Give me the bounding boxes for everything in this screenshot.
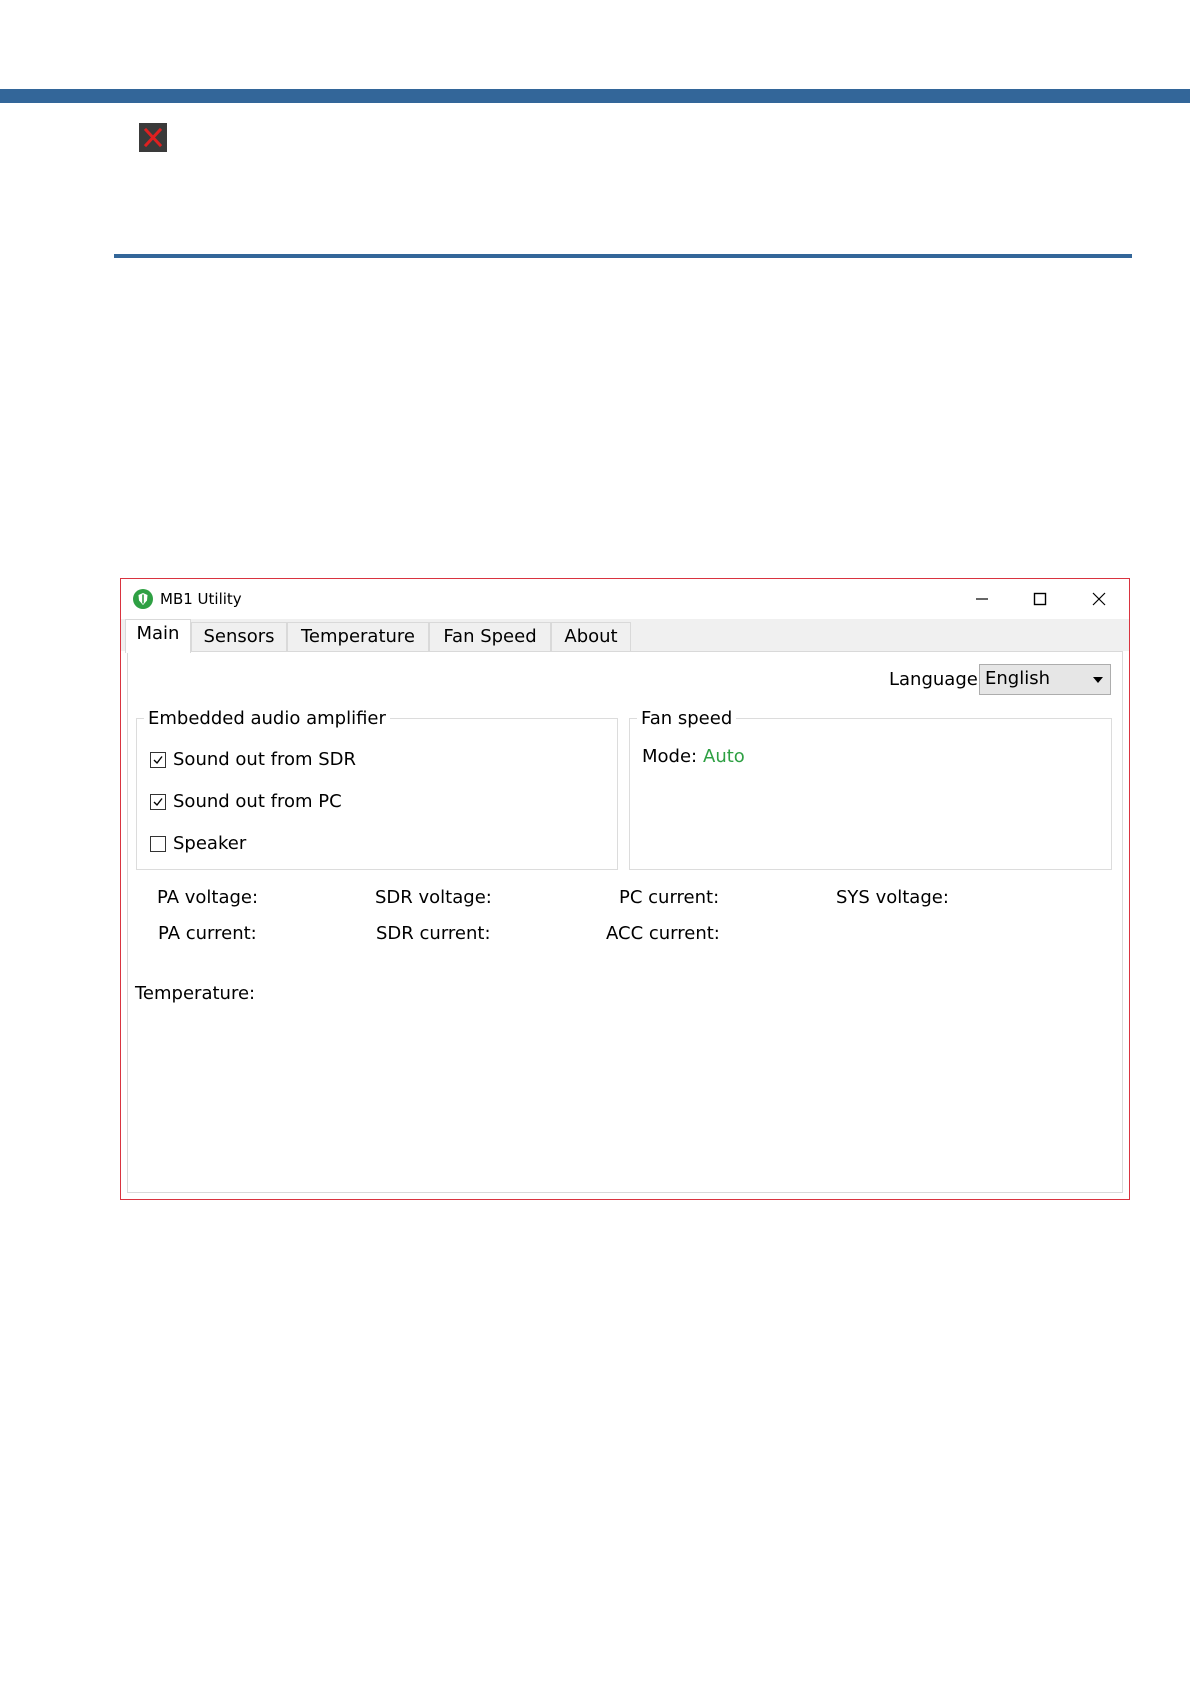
pc-current-label: PC current: xyxy=(619,887,720,908)
sound-pc-label[interactable]: Sound out from PC xyxy=(173,791,342,813)
language-value: English xyxy=(985,668,1050,689)
sys-voltage-label: SYS voltage: xyxy=(836,887,949,908)
maximize-button[interactable] xyxy=(1011,579,1069,619)
temperature-label: Temperature: xyxy=(135,983,256,1004)
pa-current-label: PA current: xyxy=(158,923,257,944)
sound-pc-checkbox[interactable] xyxy=(150,794,166,810)
speaker-label[interactable]: Speaker xyxy=(173,833,246,855)
language-label: Language: xyxy=(889,669,984,690)
minimize-icon xyxy=(976,598,988,600)
sound-sdr-label[interactable]: Sound out from SDR xyxy=(173,749,356,771)
close-icon xyxy=(1092,592,1106,606)
speaker-checkbox[interactable] xyxy=(150,836,166,852)
fan-mode-label: Mode: xyxy=(642,746,698,767)
title-bar[interactable]: MB1 Utility xyxy=(121,579,1129,619)
checkmark-icon xyxy=(153,756,163,765)
acc-current-label: ACC current: xyxy=(606,923,720,944)
tab-fan-speed[interactable]: Fan Speed xyxy=(429,622,551,651)
fan-speed-group xyxy=(629,718,1112,870)
sdr-voltage-label: SDR voltage: xyxy=(375,887,492,908)
minimize-button[interactable] xyxy=(953,579,1011,619)
pa-voltage-label: PA voltage: xyxy=(157,887,259,908)
chevron-down-icon xyxy=(1093,677,1103,683)
close-icon xyxy=(139,123,167,152)
checkmark-icon xyxy=(153,798,163,807)
tab-main[interactable]: Main xyxy=(125,619,191,653)
window-title: MB1 Utility xyxy=(160,590,242,608)
app-shield-icon xyxy=(133,589,153,609)
header-band xyxy=(0,89,1190,103)
fan-group-title: Fan speed xyxy=(637,708,737,730)
section-rule xyxy=(114,254,1132,258)
tab-sensors[interactable]: Sensors xyxy=(191,622,287,651)
language-select[interactable]: English xyxy=(979,664,1111,695)
tab-temperature[interactable]: Temperature xyxy=(287,622,429,651)
sdr-current-label: SDR current: xyxy=(376,923,491,944)
tab-about[interactable]: About xyxy=(551,622,631,651)
maximize-icon xyxy=(1033,592,1047,606)
window-close-button[interactable] xyxy=(1070,579,1128,619)
sound-sdr-checkbox[interactable] xyxy=(150,752,166,768)
fan-mode-value: Auto xyxy=(703,746,745,767)
audio-group-title: Embedded audio amplifier xyxy=(144,708,390,730)
